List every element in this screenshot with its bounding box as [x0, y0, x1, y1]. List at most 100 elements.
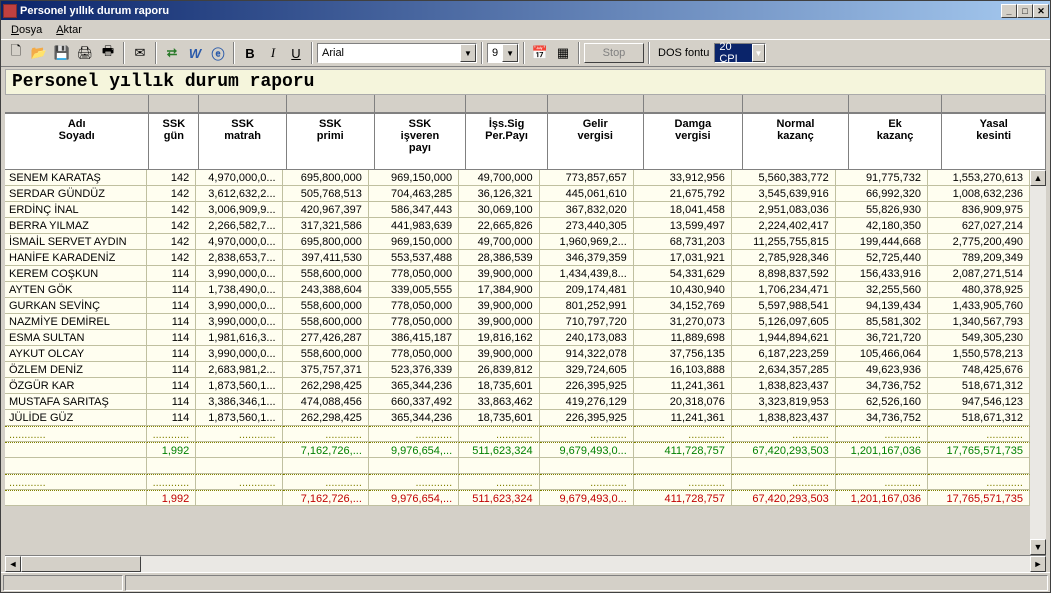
- table-cell: 39,900,000: [459, 298, 539, 314]
- table-cell: 36,126,321: [459, 186, 539, 202]
- filter-cell[interactable]: [199, 95, 287, 113]
- save-icon[interactable]: 💾: [51, 42, 73, 64]
- table-row[interactable]: AYKUT OLCAY1143,990,000,0...558,600,0007…: [5, 346, 1030, 362]
- table-cell: 553,537,488: [369, 250, 459, 266]
- print-preview-icon[interactable]: 🖶: [97, 42, 119, 64]
- table-cell: 1,706,234,471: [732, 282, 836, 298]
- separator: [481, 42, 483, 64]
- underline-button[interactable]: U: [285, 42, 307, 64]
- table-cell: ERDİNÇ İNAL: [5, 202, 147, 218]
- column-header[interactable]: SSKgün: [149, 114, 199, 170]
- table-cell: 367,832,020: [540, 202, 634, 218]
- vertical-scrollbar[interactable]: ▲ ▼: [1030, 170, 1046, 555]
- table-row[interactable]: ERDİNÇ İNAL1423,006,909,9...420,967,3975…: [5, 202, 1030, 218]
- table-cell: ............: [459, 474, 539, 490]
- column-header[interactable]: SSKmatrah: [199, 114, 287, 170]
- filter-cell[interactable]: [375, 95, 467, 113]
- table-cell: 329,724,605: [540, 362, 634, 378]
- filter-cell[interactable]: [5, 95, 149, 113]
- column-header[interactable]: SSKişverenpayı: [375, 114, 467, 170]
- scroll-right-icon[interactable]: ►: [1030, 556, 1046, 572]
- calendar-icon[interactable]: 📅: [529, 42, 551, 64]
- font-select[interactable]: Arial ▼: [317, 43, 477, 63]
- table-row[interactable]: İSMAİL SERVET AYDIN1424,970,000,0...695,…: [5, 234, 1030, 250]
- table-row[interactable]: 1,9927,162,726,...9,976,654,...511,623,3…: [5, 490, 1030, 506]
- menu-dosya[interactable]: Dosya: [5, 23, 48, 37]
- column-header[interactable]: Damgavergisi: [644, 114, 744, 170]
- column-header[interactable]: Normalkazanç: [743, 114, 849, 170]
- table-cell: 2,838,653,7...: [196, 250, 282, 266]
- column-header[interactable]: AdıSoyadı: [5, 114, 149, 170]
- font-value: Arial: [318, 47, 348, 59]
- scroll-left-icon[interactable]: ◄: [5, 556, 21, 572]
- size-select[interactable]: 9 ▼: [487, 43, 519, 63]
- table-cell: ............: [283, 474, 369, 490]
- mail-icon[interactable]: ✉: [129, 42, 151, 64]
- table-row[interactable]: JÜLİDE GÜZ1141,873,560,1...262,298,42536…: [5, 410, 1030, 426]
- filter-cell[interactable]: [743, 95, 849, 113]
- table-row[interactable]: ÖZGÜR KAR1141,873,560,1...262,298,425365…: [5, 378, 1030, 394]
- open-icon[interactable]: 📂: [28, 42, 50, 64]
- scroll-up-icon[interactable]: ▲: [1030, 170, 1046, 186]
- print-icon[interactable]: 🖨: [74, 42, 96, 64]
- column-header[interactable]: Ekkazanç: [849, 114, 943, 170]
- filter-cell[interactable]: [149, 95, 199, 113]
- table-row[interactable]: MUSTAFA SARITAŞ1143,386,346,1...474,088,…: [5, 394, 1030, 410]
- filter-cell[interactable]: [644, 95, 744, 113]
- scroll-track[interactable]: [21, 556, 1030, 572]
- filter-cell[interactable]: [466, 95, 548, 113]
- table-row[interactable]: HANİFE KARADENİZ1422,838,653,7...397,411…: [5, 250, 1030, 266]
- chevron-down-icon[interactable]: ▼: [752, 44, 766, 62]
- table-row[interactable]: NAZMİYE DEMİREL1143,990,000,0...558,600,…: [5, 314, 1030, 330]
- chevron-down-icon[interactable]: ▼: [502, 44, 518, 62]
- table-row[interactable]: GURKAN SEVİNÇ1143,990,000,0...558,600,00…: [5, 298, 1030, 314]
- filter-cell[interactable]: [942, 95, 1046, 113]
- scroll-thumb[interactable]: [21, 556, 141, 572]
- table-cell: 4,970,000,0...: [196, 234, 282, 250]
- table-row[interactable]: AYTEN GÖK1141,738,490,0...243,388,604339…: [5, 282, 1030, 298]
- table-cell: ............: [147, 474, 196, 490]
- column-header[interactable]: İşs.SigPer.Payı: [466, 114, 548, 170]
- table-cell: BERRA YILMAZ: [5, 218, 147, 234]
- table-cell: 695,800,000: [283, 170, 369, 186]
- table-row[interactable]: ESMA SULTAN1141,981,616,3...277,426,2873…: [5, 330, 1030, 346]
- table-row[interactable]: KEREM COŞKUN1143,990,000,0...558,600,000…: [5, 266, 1030, 282]
- stop-button[interactable]: Stop: [584, 43, 644, 63]
- scroll-down-icon[interactable]: ▼: [1030, 539, 1046, 555]
- filter-cell[interactable]: [548, 95, 644, 113]
- column-header[interactable]: Yasalkesinti: [942, 114, 1046, 170]
- table-cell: 7,162,726,...: [283, 442, 369, 458]
- table-row[interactable]: BERRA YILMAZ1422,266,582,7...317,321,586…: [5, 218, 1030, 234]
- new-icon[interactable]: 🗋: [5, 42, 27, 64]
- close-button[interactable]: ✕: [1033, 4, 1049, 18]
- table-row[interactable]: SENEM KARATAŞ1424,970,000,0...695,800,00…: [5, 170, 1030, 186]
- table-row[interactable]: ÖZLEM DENİZ1142,683,981,2...375,757,3715…: [5, 362, 1030, 378]
- filter-cell[interactable]: [287, 95, 375, 113]
- maximize-button[interactable]: □: [1017, 4, 1033, 18]
- table-cell: 511,623,324: [459, 442, 539, 458]
- word-icon[interactable]: W: [184, 42, 206, 64]
- table-row[interactable]: SERDAR GÜNDÜZ1423,612,632,2...505,768,51…: [5, 186, 1030, 202]
- table-cell: 778,050,000: [369, 266, 459, 282]
- italic-button[interactable]: I: [262, 42, 284, 64]
- app-window: Personel yıllık durum raporu _ □ ✕ Dosya…: [0, 0, 1051, 593]
- column-header[interactable]: SSKprimi: [287, 114, 375, 170]
- table-row[interactable]: 1,9927,162,726,...9,976,654,...511,623,3…: [5, 442, 1030, 458]
- chevron-down-icon[interactable]: ▼: [460, 44, 476, 62]
- table-cell: 1,738,490,0...: [196, 282, 282, 298]
- excel-icon[interactable]: ⮂: [161, 42, 183, 64]
- column-header[interactable]: Gelirvergisi: [548, 114, 644, 170]
- bold-button[interactable]: B: [239, 42, 261, 64]
- table-cell: 474,088,456: [283, 394, 369, 410]
- menu-aktar[interactable]: Aktar: [50, 23, 88, 37]
- dos-font-label: DOS fontu: [654, 47, 713, 59]
- table-cell: 114: [147, 362, 196, 378]
- filter-cell[interactable]: [849, 95, 943, 113]
- cpi-select[interactable]: 20 CPI ▼: [714, 43, 766, 63]
- minimize-button[interactable]: _: [1001, 4, 1017, 18]
- horizontal-scrollbar[interactable]: ◄ ►: [5, 555, 1046, 572]
- grid-icon[interactable]: ▦: [552, 42, 574, 64]
- table-cell: ............: [459, 426, 539, 442]
- separator: [648, 42, 650, 64]
- ie-icon[interactable]: ⓔ: [207, 42, 229, 64]
